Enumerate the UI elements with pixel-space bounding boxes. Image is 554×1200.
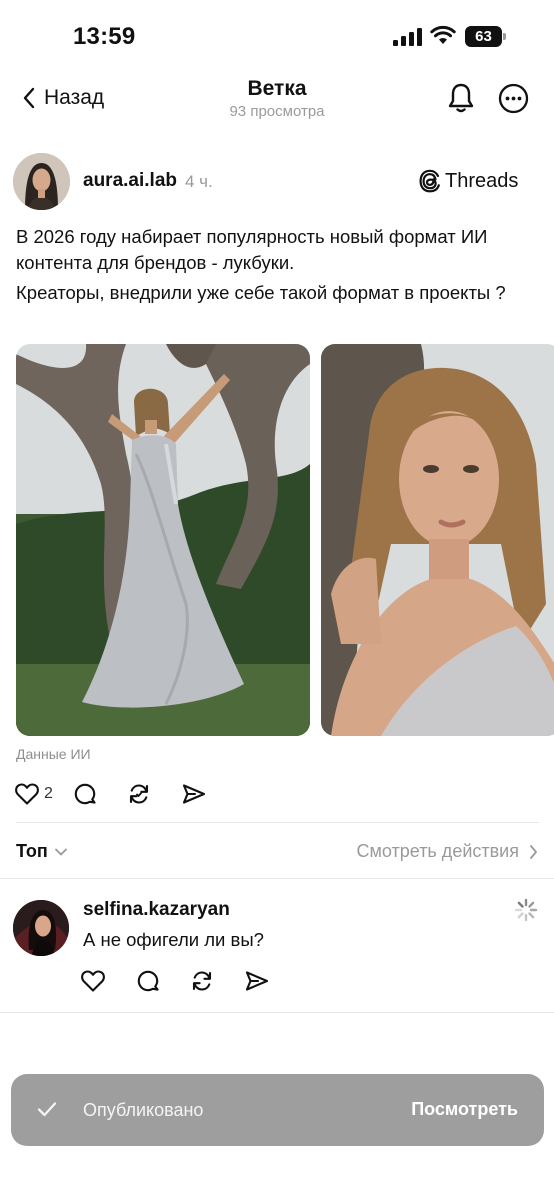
published-toast: Опубликовано Посмотреть: [11, 1074, 544, 1146]
toast-view-button[interactable]: Посмотреть: [411, 1099, 518, 1120]
more-icon[interactable]: [498, 83, 529, 114]
toast-message: Опубликовано: [83, 1100, 204, 1120]
heart-icon: [15, 783, 39, 805]
share-icon: [182, 784, 205, 804]
reply-comment-button[interactable]: [136, 969, 160, 993]
comment-icon: [74, 783, 96, 805]
chevron-down-icon: [54, 848, 67, 855]
image-woman-in-gown-by-tree: [16, 344, 310, 736]
post-image-2[interactable]: [321, 344, 554, 736]
threads-logo-icon: [419, 169, 440, 193]
repost-icon: [192, 971, 212, 991]
checkmark-icon: [37, 1102, 57, 1117]
wifi-icon: [430, 25, 456, 44]
image-woman-portrait: [321, 344, 554, 736]
loading-spinner-icon: [514, 898, 538, 922]
divider: [0, 878, 554, 879]
chevron-right-icon: [530, 844, 537, 859]
like-button[interactable]: 2: [14, 782, 53, 806]
reply-author-name[interactable]: selfina.kazaryan: [83, 899, 230, 921]
reply-share-button[interactable]: [244, 969, 270, 993]
replies-sort-select[interactable]: Топ: [16, 841, 68, 862]
avatar-image: [13, 153, 70, 210]
comment-button[interactable]: [73, 782, 97, 806]
reply-like-button[interactable]: [80, 969, 106, 993]
post-media-carousel[interactable]: [16, 344, 554, 736]
battery-level: 63: [475, 28, 492, 45]
threads-source-link[interactable]: Threads: [419, 169, 518, 193]
battery-icon: 63: [465, 26, 507, 47]
bell-icon[interactable]: [446, 82, 476, 114]
avatar-image: [13, 900, 69, 956]
view-activity-label: Смотреть действия: [356, 841, 519, 861]
post-text-line: Креаторы, внедрили уже себе такой формат…: [16, 282, 506, 303]
post-time: 4 ч.: [185, 172, 213, 191]
post-author-avatar[interactable]: [13, 153, 70, 210]
signal-icon: [393, 28, 422, 46]
reply-action-bar: [80, 967, 270, 995]
post-image-1[interactable]: [16, 344, 310, 736]
reply-text: А не офигели ли вы?: [83, 929, 264, 950]
share-icon: [245, 971, 269, 991]
ai-info-label[interactable]: Данные ИИ: [16, 746, 91, 762]
post-action-bar: 2: [14, 780, 207, 808]
share-button[interactable]: [181, 782, 207, 806]
battery-tip: [503, 33, 506, 40]
reply-repost-button[interactable]: [190, 969, 214, 993]
threads-label: Threads: [445, 169, 519, 192]
post-text-line: В 2026 году набирает популярность новый …: [16, 226, 488, 273]
post-author-name[interactable]: aura.ai.lab: [83, 170, 177, 192]
repost-icon: [129, 784, 148, 804]
replies-sort-row: Топ Смотреть действия: [16, 838, 538, 866]
comment-icon: [137, 970, 159, 992]
thread-header: Назад Ветка 93 просмотра: [0, 72, 554, 132]
status-bar: 13:59 63: [0, 0, 554, 72]
status-time: 13:59: [73, 23, 136, 50]
view-activity-link[interactable]: Смотреть действия: [357, 841, 538, 862]
reply-author-avatar[interactable]: [13, 900, 69, 956]
like-count: 2: [44, 785, 53, 802]
sort-label: Топ: [16, 841, 48, 861]
post-body: В 2026 году набирает популярность новый …: [16, 224, 541, 306]
heart-icon: [81, 970, 105, 992]
divider: [16, 822, 539, 823]
divider: [0, 1012, 554, 1013]
repost-button[interactable]: [127, 782, 151, 806]
